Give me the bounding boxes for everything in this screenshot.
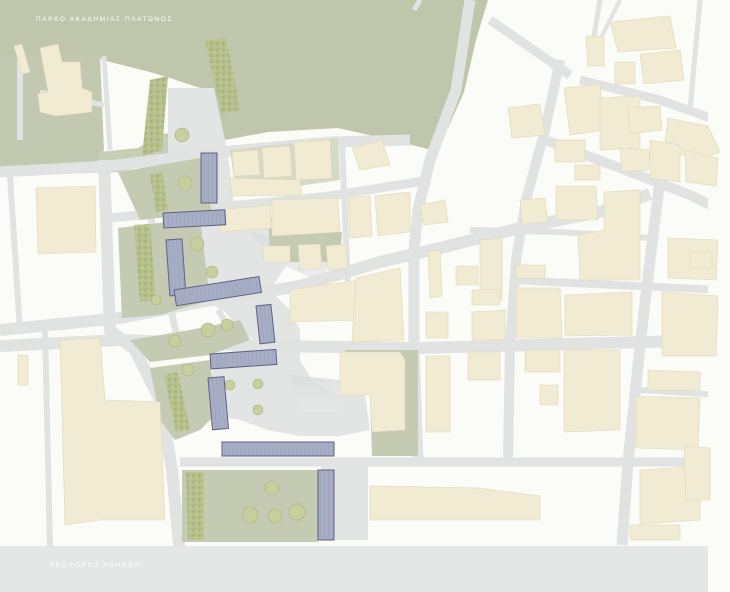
avenue-road (0, 546, 708, 592)
park-label: ΠΑΡΚΟ ΑΚΑΔΗΜΙΑΣ ΠΛΑΤΩΝΟΣ (36, 16, 173, 23)
avenue-label: ΛΕΩΦΟΡΟΣ ΑΘΗΝΩΝ (50, 562, 141, 569)
site-plan-map: ΠΑΡΚΟ ΑΚΑΔΗΜΙΑΣ ΠΛΑΤΩΝΟΣ ΛΕΩΦΟΡΟΣ ΑΘΗΝΩΝ (0, 0, 730, 592)
